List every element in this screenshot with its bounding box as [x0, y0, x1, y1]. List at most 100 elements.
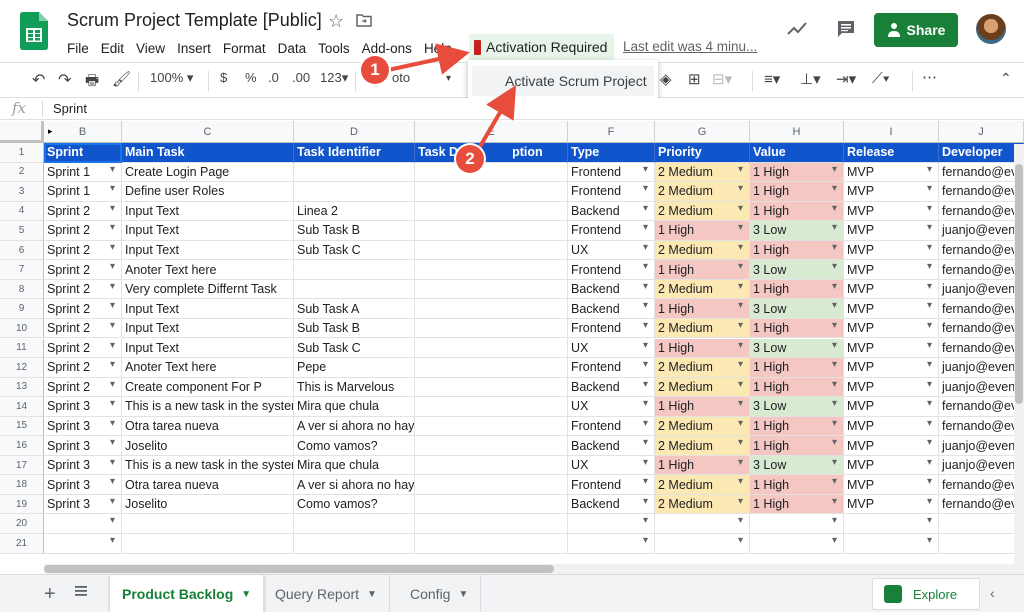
header-type[interactable]: Type [568, 143, 655, 163]
chevron-down-icon[interactable]: ▼ [458, 589, 468, 600]
cell-desc[interactable] [415, 338, 568, 358]
cell-value[interactable]: 1 High [750, 436, 844, 456]
row-number[interactable]: 5 [0, 221, 44, 241]
cell-type[interactable] [568, 534, 655, 554]
cell-release[interactable]: MVP [844, 455, 939, 476]
header-value[interactable]: Value [750, 143, 844, 163]
sheets-logo-icon[interactable] [20, 12, 48, 50]
menu-insert[interactable]: Insert [171, 39, 217, 58]
cell-value[interactable]: 1 High [750, 182, 844, 202]
cell-id[interactable] [294, 514, 415, 534]
explore-button[interactable]: Explore [872, 578, 980, 610]
cell-type[interactable]: UX [568, 455, 655, 476]
cell-release[interactable]: MVP [844, 377, 939, 398]
cell-sprint[interactable]: Sprint 3 [44, 455, 122, 476]
cell-release[interactable] [844, 514, 939, 534]
cell-task[interactable]: Input Text [122, 201, 294, 222]
cell-dev[interactable]: juanjo@evenl [939, 221, 1024, 241]
cell-value[interactable]: 1 High [750, 201, 844, 222]
cell-id[interactable]: A ver si ahora no hay log [294, 475, 415, 495]
cell-task[interactable]: Input Text [122, 338, 294, 358]
row-number[interactable]: 6 [0, 240, 44, 261]
column-header-j[interactable]: J [939, 121, 1024, 143]
row-number[interactable]: 9 [0, 299, 44, 319]
cell-dev[interactable]: fernando@evenl [939, 318, 1024, 339]
cell-id[interactable]: This is Marvelous [294, 377, 415, 398]
cell-priority[interactable]: 1 High [655, 455, 750, 476]
cell-release[interactable]: MVP [844, 358, 939, 378]
cell-id[interactable]: Linea 2 [294, 201, 415, 222]
cell-value[interactable] [750, 534, 844, 554]
header-sprint[interactable]: Sprint [44, 143, 122, 163]
cell-type[interactable]: Backend [568, 436, 655, 456]
row-number[interactable]: 13 [0, 377, 44, 398]
document-title[interactable]: Scrum Project Template [Public] [67, 10, 322, 31]
cell-desc[interactable] [415, 534, 568, 554]
cell-dev[interactable]: fernando@evenl [939, 475, 1024, 495]
cell-type[interactable]: Backend [568, 299, 655, 319]
cell-sprint[interactable] [44, 514, 122, 534]
row-number[interactable]: 2 [0, 162, 44, 183]
cell-id[interactable] [294, 162, 415, 183]
row-number[interactable]: 11 [0, 338, 44, 358]
cell-value[interactable]: 3 Low [750, 260, 844, 280]
cell-id[interactable]: Sub Task A [294, 299, 415, 319]
star-icon[interactable]: ☆ [328, 11, 344, 32]
cell-release[interactable]: MVP [844, 436, 939, 456]
cell-type[interactable]: Frontend [568, 260, 655, 280]
column-header-f[interactable]: F [568, 121, 655, 143]
cell-task[interactable]: Define user Roles [122, 182, 294, 202]
cell-type[interactable]: UX [568, 338, 655, 358]
more-formats-select[interactable]: 123▾ [320, 70, 348, 86]
chevron-down-icon[interactable]: ▼ [241, 589, 251, 600]
cell-priority[interactable]: 2 Medium [655, 279, 750, 300]
cell-desc[interactable] [415, 455, 568, 476]
trend-icon[interactable] [786, 18, 808, 40]
cell-task[interactable] [122, 534, 294, 554]
cell-priority[interactable]: 1 High [655, 397, 750, 417]
cell-task[interactable]: Very complete Differnt Task [122, 279, 294, 300]
cell-desc[interactable] [415, 377, 568, 398]
borders-icon[interactable]: ⊞ [688, 70, 701, 88]
row-number[interactable]: 20 [0, 514, 44, 534]
cell-value[interactable]: 3 Low [750, 221, 844, 241]
fill-color-icon[interactable]: ◈ [660, 70, 672, 88]
cell-value[interactable] [750, 514, 844, 534]
cell-release[interactable]: MVP [844, 221, 939, 241]
cell-sprint[interactable]: Sprint 3 [44, 475, 122, 495]
cell-id[interactable]: Sub Task B [294, 221, 415, 241]
cell-desc[interactable] [415, 221, 568, 241]
cell-sprint[interactable]: Sprint 2 [44, 358, 122, 378]
menu-data[interactable]: Data [272, 39, 313, 58]
cell-release[interactable]: MVP [844, 338, 939, 358]
cell-type[interactable]: Frontend [568, 221, 655, 241]
cell-dev[interactable]: fernando@evenl [939, 162, 1024, 183]
merge-cells-icon[interactable]: ⊟▾ [712, 70, 732, 88]
tab-product-backlog[interactable]: Product Backlog ▼ [110, 575, 265, 612]
column-header-b[interactable]: B [44, 121, 122, 143]
cell-id[interactable]: A ver si ahora no hay log [294, 416, 415, 437]
row-number[interactable]: 4 [0, 201, 44, 222]
cell-sprint[interactable]: Sprint 2 [44, 240, 122, 261]
menu-activation-required[interactable]: Activation Required [469, 34, 615, 60]
cell-type[interactable] [568, 514, 655, 534]
header-priority[interactable]: Priority [655, 143, 750, 163]
cell-dev[interactable]: fernando@evenl [939, 494, 1024, 515]
font-dropdown-icon[interactable]: ▾ [446, 73, 451, 84]
cell-desc[interactable] [415, 475, 568, 495]
tab-query-report[interactable]: Query Report ▼ [263, 575, 390, 612]
more-icon[interactable]: ⋯ [922, 68, 937, 86]
cell-value[interactable]: 1 High [750, 494, 844, 515]
cell-task[interactable] [122, 514, 294, 534]
cell-value[interactable]: 1 High [750, 318, 844, 339]
column-header-g[interactable]: G [655, 121, 750, 143]
cell-task[interactable]: Create component For P [122, 377, 294, 398]
row-number[interactable]: 21 [0, 534, 44, 554]
cell-dev[interactable]: juanjo@evenl [939, 455, 1024, 476]
cell-value[interactable]: 3 Low [750, 299, 844, 319]
cell-dev[interactable]: fernando@evenl [939, 260, 1024, 280]
vertical-align-icon[interactable]: ⊥▾ [800, 70, 821, 88]
cell-release[interactable]: MVP [844, 201, 939, 222]
cell-release[interactable]: MVP [844, 475, 939, 495]
cell-sprint[interactable]: Sprint 2 [44, 260, 122, 280]
